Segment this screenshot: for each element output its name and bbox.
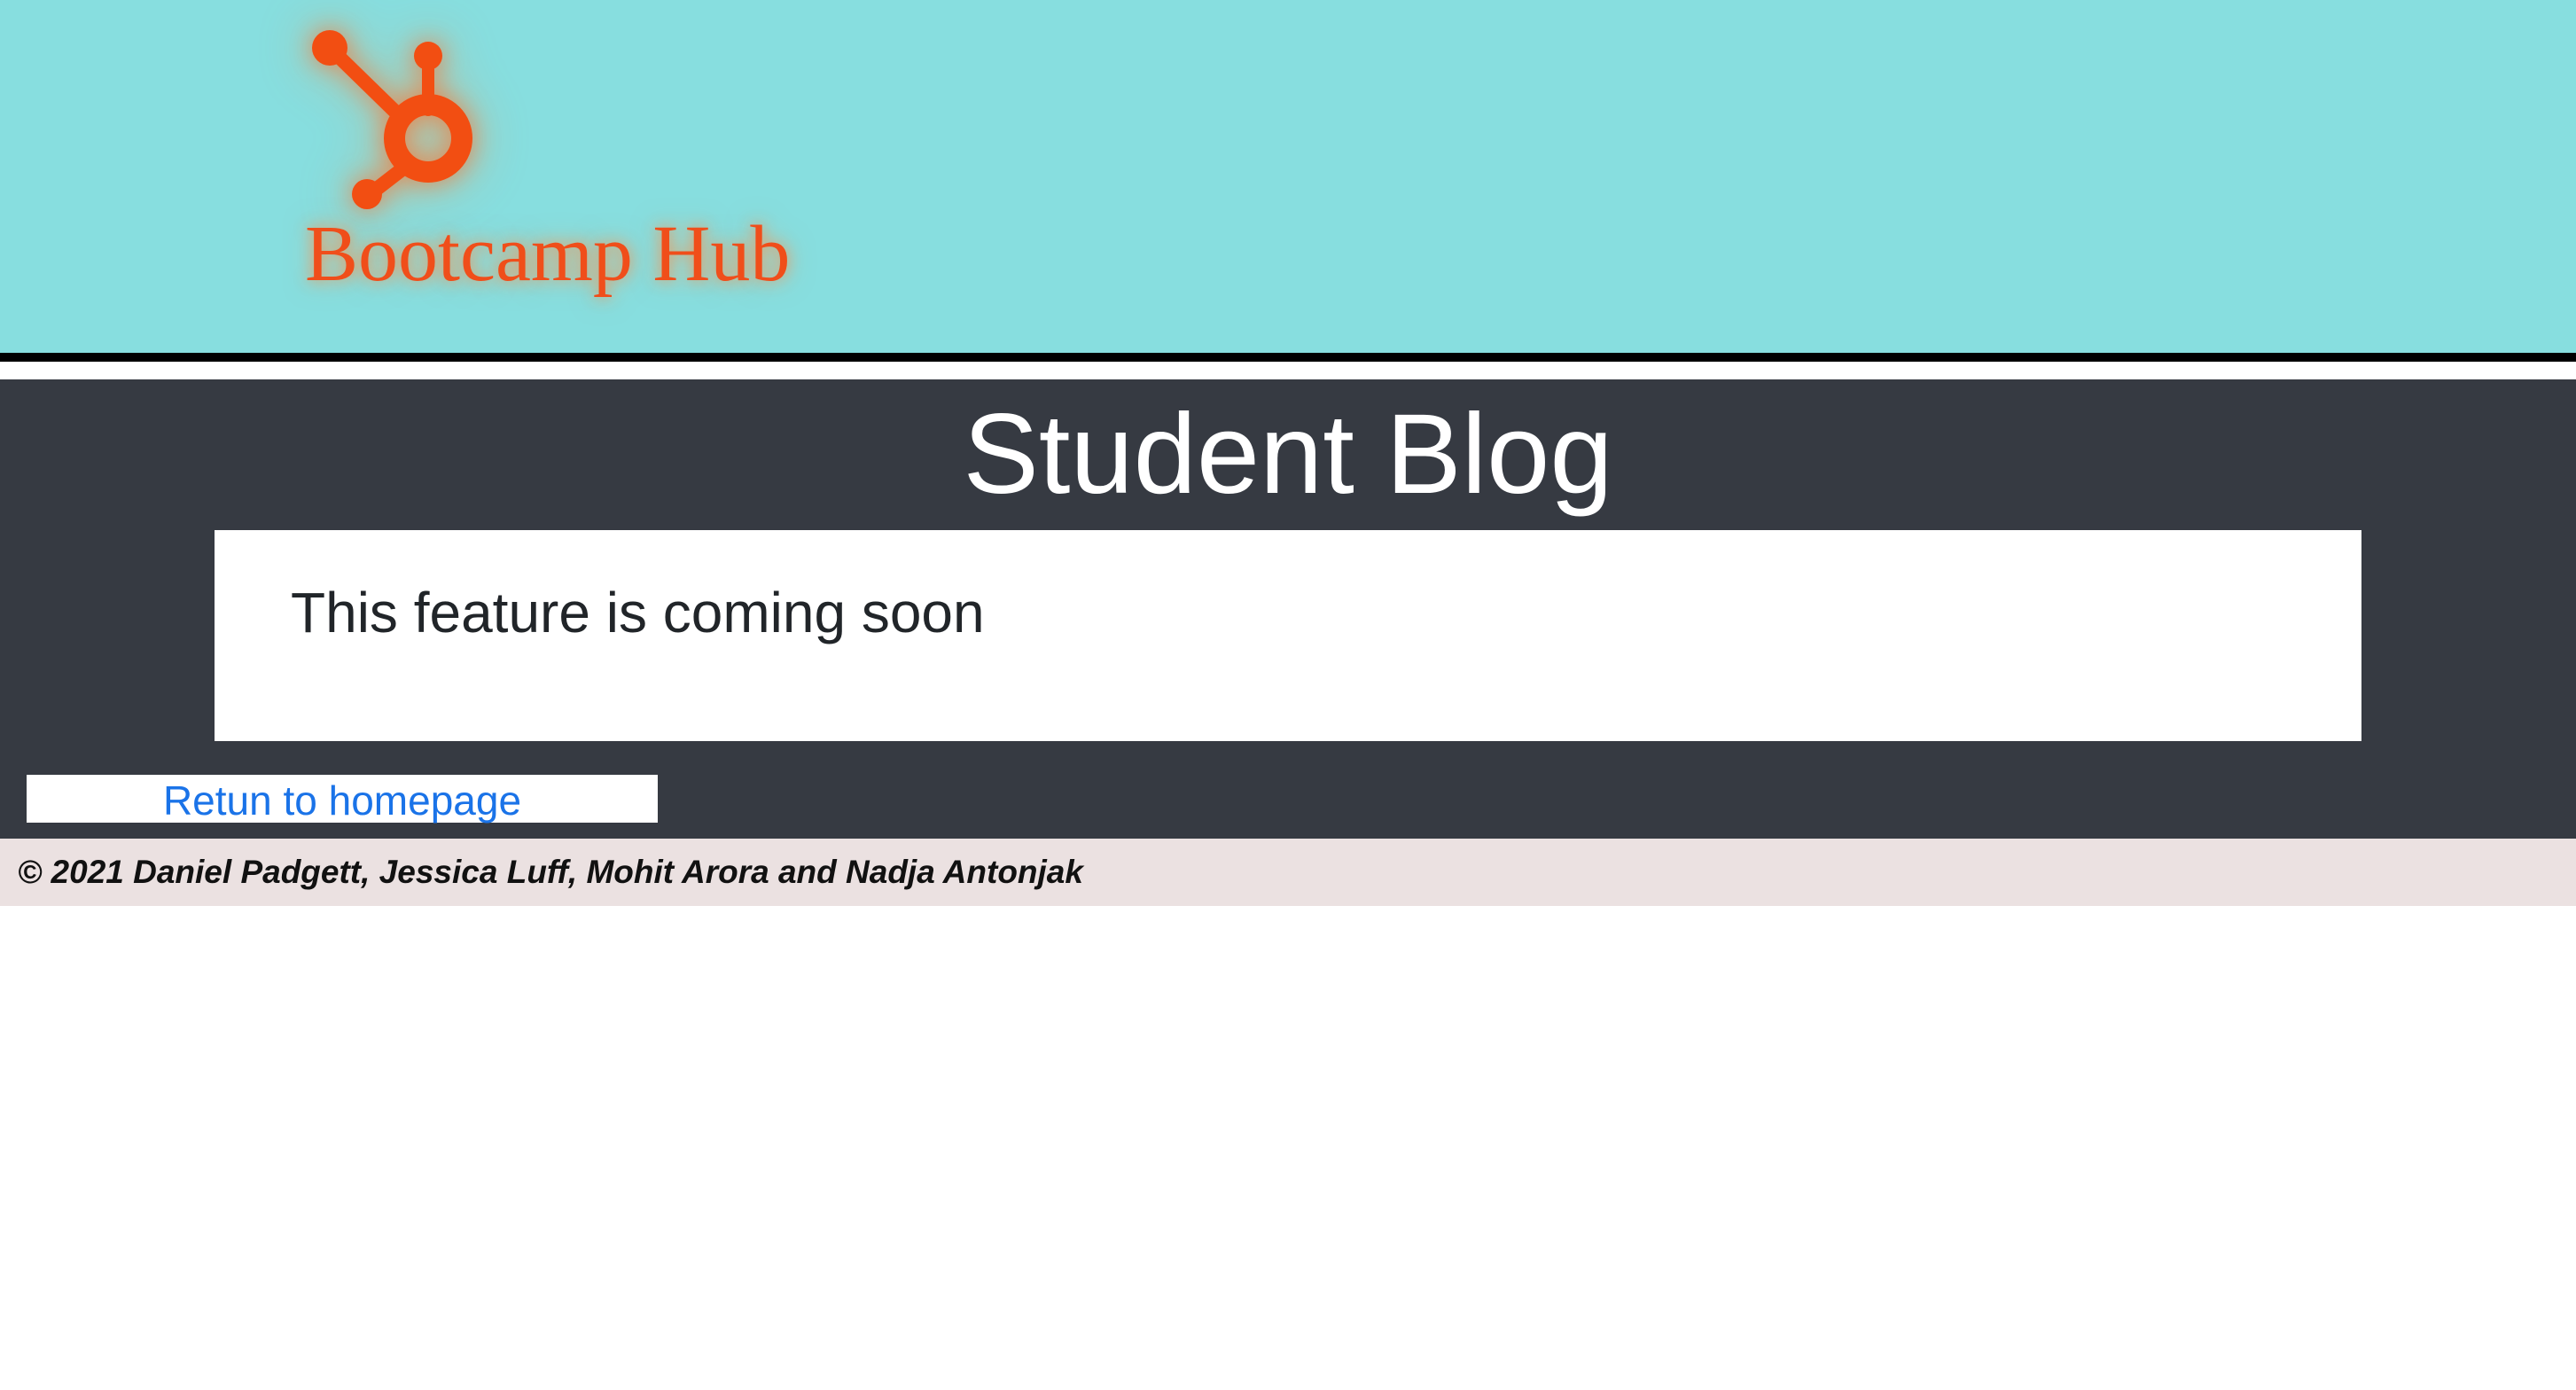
header-divider-spacer — [0, 362, 2576, 379]
logo-text: Bootcamp Hub — [305, 210, 791, 298]
header-divider — [0, 353, 2576, 362]
hubspot-sprocket-icon — [312, 30, 472, 209]
copyright-text: © 2021 Daniel Padgett, Jessica Luff, Moh… — [18, 854, 1083, 890]
return-home-button[interactable]: Retun to homepage — [27, 775, 658, 824]
site-header: Bootcamp Hub — [0, 0, 2576, 353]
coming-soon-message: This feature is coming soon — [291, 581, 985, 644]
site-footer: © 2021 Daniel Padgett, Jessica Luff, Moh… — [0, 839, 2576, 906]
page-title: Student Blog — [963, 391, 1613, 518]
content-card: This feature is coming soon — [215, 530, 2361, 741]
site-logo[interactable]: Bootcamp Hub — [301, 21, 833, 314]
main-content: Student Blog This feature is coming soon… — [0, 379, 2576, 839]
